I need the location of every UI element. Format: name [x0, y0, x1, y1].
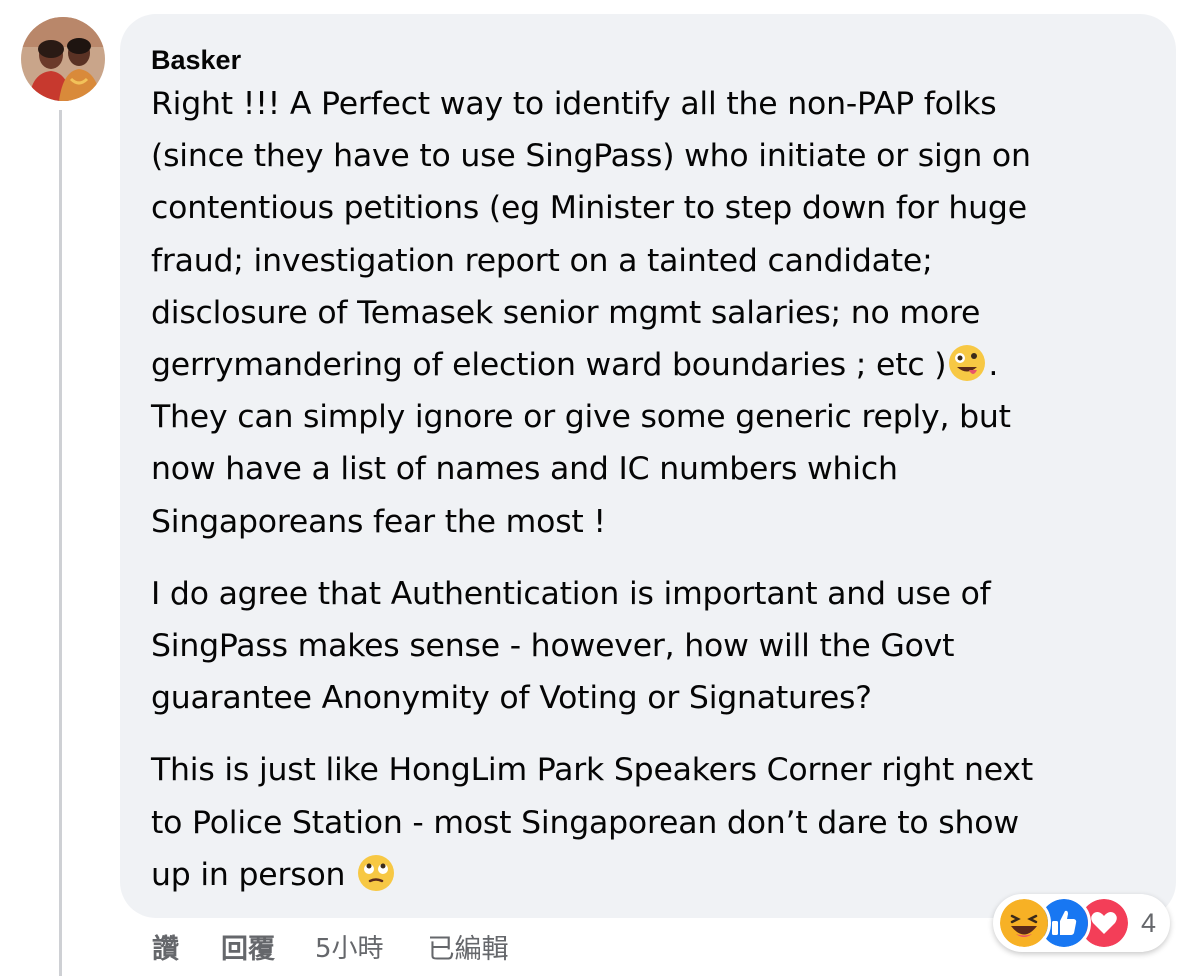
comment-text: Right !!! A Perfect way to identify all … — [151, 86, 1031, 384]
reactions-summary[interactable]: 4 — [993, 894, 1171, 952]
comment-bubble: Basker Right !!! A Perfect way to identi… — [120, 14, 1176, 918]
comment-timestamp[interactable]: 5小時 — [315, 928, 384, 965]
comment-paragraph: This is just like HongLim Park Speakers … — [151, 744, 1146, 901]
zany-face-emoji — [949, 345, 986, 382]
reply-button[interactable]: 回覆 — [221, 927, 275, 966]
avatar[interactable] — [21, 17, 105, 101]
like-button[interactable]: 讚 — [152, 927, 179, 966]
comment-paragraph: I do agree that Authentication is import… — [151, 575, 991, 717]
comment-paragraph: Right !!! A Perfect way to identify all … — [151, 78, 1146, 548]
rolling-eyes-emoji — [358, 854, 395, 891]
reaction-count: 4 — [1141, 907, 1157, 938]
comment-author[interactable]: Basker — [151, 44, 1146, 76]
comment-text: This is just like HongLim Park Speakers … — [151, 752, 1033, 893]
haha-reaction-icon — [997, 896, 1051, 950]
profile-photo-avatar — [21, 17, 105, 101]
edited-label[interactable]: 已編輯 — [428, 927, 509, 966]
thread-line — [59, 110, 62, 976]
comment-actions: 讚 回覆 5小時 已編輯 — [152, 924, 509, 968]
